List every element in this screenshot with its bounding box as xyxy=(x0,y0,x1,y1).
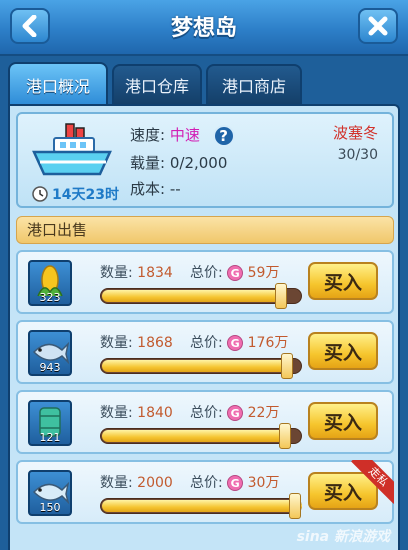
coin-icon: G xyxy=(227,475,244,491)
smuggle-ribbon: 走私 xyxy=(350,460,394,504)
clock-icon xyxy=(32,186,48,202)
stock-count: 121 xyxy=(39,431,61,444)
slider-fill xyxy=(102,500,302,512)
load-value: 0/2,000 xyxy=(169,154,228,172)
buy-button[interactable]: 买入 xyxy=(308,332,378,370)
slider-handle[interactable] xyxy=(289,493,301,519)
speed-row: 速度: 中速 ? xyxy=(130,124,235,147)
price-text: 总价: G 176万 xyxy=(190,332,288,352)
cost-value: -- xyxy=(169,180,181,198)
load-label: 载量: xyxy=(130,154,166,172)
item-slot[interactable]: 150 xyxy=(28,470,72,516)
tab-port-overview[interactable]: 港口概况 xyxy=(8,62,108,106)
qty-label: 数量: xyxy=(100,475,133,491)
price-label: 总价: xyxy=(190,265,223,281)
item-slot[interactable]: 323 xyxy=(28,260,72,306)
coin-icon: G xyxy=(227,335,244,351)
qty-text: 数量: 1868 xyxy=(100,332,173,352)
price-value: 30万 xyxy=(247,475,280,491)
page-title: 梦想岛 xyxy=(170,16,237,41)
slider-handle[interactable] xyxy=(275,283,287,309)
qty-text: 数量: 1834 xyxy=(100,262,173,282)
ship-icon xyxy=(32,123,112,176)
coin-icon: G xyxy=(227,265,244,281)
price-text: 总价: G 22万 xyxy=(190,402,279,422)
qty-value: 1840 xyxy=(137,405,173,421)
price-label: 总价: xyxy=(190,475,223,491)
price-value: 176万 xyxy=(247,335,289,351)
main-panel: 14天23时 速度: 中速 ? 载量: 0/2,000 成本: -- 波塞冬 3… xyxy=(8,104,400,550)
slider-fill xyxy=(102,430,286,442)
help-icon[interactable]: ? xyxy=(212,124,235,147)
list-item: 323 数量: 1834 总价: G 59万 买入 xyxy=(16,250,394,314)
ship-info-card: 14天23时 速度: 中速 ? 载量: 0/2,000 成本: -- 波塞冬 3… xyxy=(16,112,394,208)
price-text: 总价: G 59万 xyxy=(190,262,279,282)
cost-row: 成本: -- xyxy=(130,178,181,199)
tab-bar: 港口概况 港口仓库 港口商店 xyxy=(8,62,400,106)
buy-button[interactable]: 买入 xyxy=(308,402,378,440)
price-label: 总价: xyxy=(190,405,223,421)
tab-port-shop[interactable]: 港口商店 xyxy=(206,64,302,104)
watermark: sina 新浪游戏 xyxy=(296,529,390,545)
section-header: 港口出售 xyxy=(16,216,394,244)
item-slot[interactable]: 943 xyxy=(28,330,72,376)
slider-handle[interactable] xyxy=(279,423,291,449)
close-icon xyxy=(368,16,388,36)
quantity-slider[interactable] xyxy=(100,423,302,449)
captain-info: 波塞冬 30/30 xyxy=(333,122,378,163)
tab-port-warehouse[interactable]: 港口仓库 xyxy=(112,64,202,104)
slider-fill xyxy=(102,290,282,302)
stock-count: 323 xyxy=(39,291,61,304)
quantity-slider[interactable] xyxy=(100,493,302,519)
price-text: 总价: G 30万 xyxy=(190,472,279,492)
load-row: 载量: 0/2,000 xyxy=(130,152,227,173)
qty-label: 数量: xyxy=(100,265,133,281)
stock-count: 150 xyxy=(39,501,61,514)
qty-text: 数量: 2000 xyxy=(100,472,173,492)
qty-value: 2000 xyxy=(137,475,173,491)
captain-count: 30/30 xyxy=(337,147,378,163)
item-slot[interactable]: 121 xyxy=(28,400,72,446)
ribbon-text: 走私 xyxy=(351,460,394,504)
slider-fill xyxy=(102,360,288,372)
qty-label: 数量: xyxy=(100,335,133,351)
slider-handle[interactable] xyxy=(281,353,293,379)
qty-text: 数量: 1840 xyxy=(100,402,173,422)
speed-label: 速度: xyxy=(130,126,166,144)
quantity-slider[interactable] xyxy=(100,283,302,309)
quantity-slider[interactable] xyxy=(100,353,302,379)
coin-icon: G xyxy=(227,405,244,421)
timer-text: 14天23时 xyxy=(52,187,119,203)
qty-value: 1868 xyxy=(137,335,173,351)
price-value: 22万 xyxy=(247,405,280,421)
price-value: 59万 xyxy=(247,265,280,281)
qty-label: 数量: xyxy=(100,405,133,421)
speed-value: 中速 xyxy=(169,126,200,144)
list-item: 150 数量: 2000 总价: G 30万 买入 走私 xyxy=(16,460,394,524)
header-bar: 梦想岛 xyxy=(0,0,408,56)
list-item: 121 数量: 1840 总价: G 22万 买入 xyxy=(16,390,394,454)
list-item: 943 数量: 1868 总价: G 176万 买入 xyxy=(16,320,394,384)
qty-value: 1834 xyxy=(137,265,173,281)
buy-button[interactable]: 买入 xyxy=(308,262,378,300)
cost-label: 成本: xyxy=(130,180,166,198)
price-label: 总价: xyxy=(190,335,223,351)
captain-name: 波塞冬 xyxy=(332,124,378,142)
close-button[interactable] xyxy=(358,8,398,44)
voyage-timer: 14天23时 xyxy=(32,184,119,204)
stock-count: 943 xyxy=(39,361,61,374)
